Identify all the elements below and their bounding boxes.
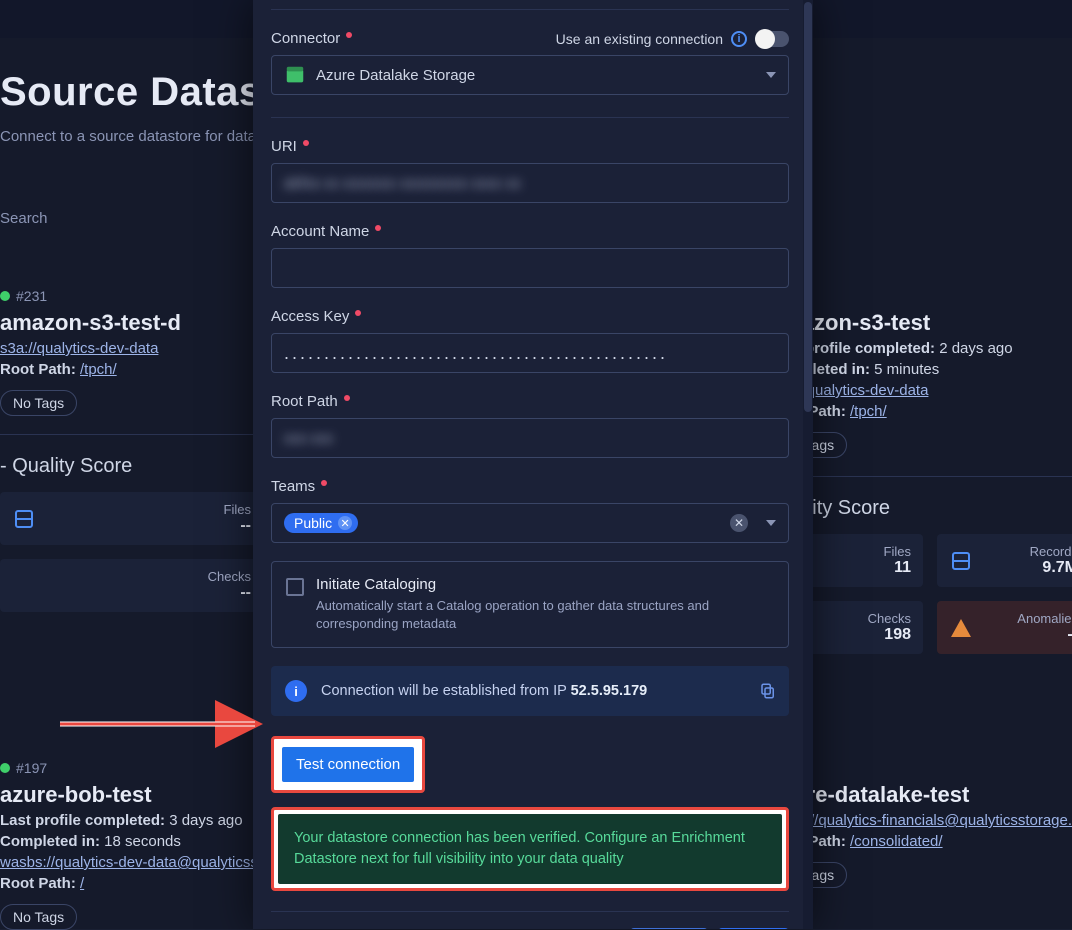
required-indicator-icon [375, 225, 381, 231]
cataloging-title: Initiate Cataloging [316, 576, 774, 593]
connector-select[interactable]: Azure Datalake Storage [271, 55, 789, 95]
cataloging-description: Automatically start a Catalog operation … [316, 597, 774, 633]
access-key-input[interactable]: ........................................… [271, 333, 789, 373]
root-path-label: Root Path [271, 393, 338, 410]
info-icon[interactable]: i [731, 31, 747, 47]
chevron-down-icon [766, 72, 776, 78]
connection-ip-banner: i Connection will be established from IP… [271, 666, 789, 716]
connector-selected-value: Azure Datalake Storage [316, 67, 475, 84]
dialog-footer: Finish Next [271, 911, 789, 929]
team-chip[interactable]: Public ✕ [284, 513, 358, 533]
required-indicator-icon [321, 480, 327, 486]
copy-icon[interactable] [759, 682, 777, 700]
account-name-input[interactable] [271, 248, 789, 288]
annotation-arrow-icon [60, 710, 270, 738]
connection-success-message: Your datastore connection has been verif… [278, 814, 782, 884]
remove-chip-icon[interactable]: ✕ [338, 516, 352, 530]
wizard-step-icons [271, 0, 789, 10]
root-path-input[interactable]: xxx xxx [271, 418, 789, 458]
cataloging-checkbox[interactable] [286, 578, 304, 596]
dialog-overlay: Connector Use an existing connection i A… [0, 0, 1072, 929]
test-connection-button[interactable]: Test connection [280, 745, 416, 784]
required-indicator-icon [344, 395, 350, 401]
ip-value: 52.5.95.179 [571, 683, 648, 699]
chevron-down-icon [766, 520, 776, 526]
azure-datalake-icon [284, 64, 306, 86]
info-icon: i [285, 680, 307, 702]
annotation-highlight: Your datastore connection has been verif… [271, 807, 789, 891]
uri-label: URI [271, 138, 297, 155]
ip-banner-text: Connection will be established from IP [321, 683, 571, 699]
add-datastore-dialog: Connector Use an existing connection i A… [253, 0, 813, 929]
uri-input[interactable]: abfss xx xxxxxxx xxxxxxxxx xxxx xx [271, 163, 789, 203]
teams-combo[interactable]: Public ✕ ✕ [271, 503, 789, 543]
access-key-masked: ........................................… [284, 343, 668, 364]
annotation-highlight: Test connection [271, 736, 425, 793]
team-chip-label: Public [294, 515, 332, 531]
account-name-label: Account Name [271, 223, 369, 240]
uri-value: abfss xx xxxxxxx xxxxxxxxx xxxx xx [284, 175, 521, 192]
required-indicator-icon [355, 310, 361, 316]
clear-all-icon[interactable]: ✕ [730, 514, 748, 532]
required-indicator-icon [346, 32, 352, 38]
access-key-label: Access Key [271, 308, 349, 325]
use-existing-toggle[interactable] [755, 31, 789, 47]
use-existing-label: Use an existing connection [556, 31, 723, 47]
initiate-cataloging-option[interactable]: Initiate Cataloging Automatically start … [271, 561, 789, 648]
teams-label: Teams [271, 478, 315, 495]
required-indicator-icon [303, 140, 309, 146]
root-path-value: xxx xxx [284, 430, 333, 447]
connector-label: Connector [271, 30, 340, 47]
